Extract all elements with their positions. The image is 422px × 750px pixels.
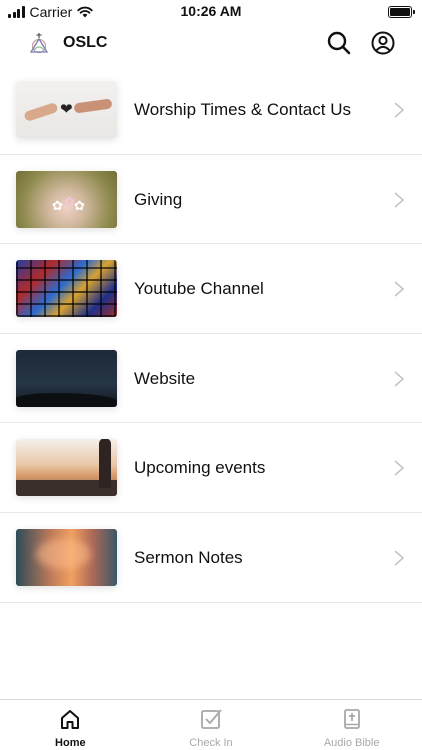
chevron-right-icon	[394, 102, 405, 118]
night-sky-thumbnail	[16, 349, 117, 407]
search-icon[interactable]	[326, 30, 352, 56]
app-title: OSLC	[63, 34, 108, 51]
menu-list: ❤ Worship Times & Contact Us ✿ ✿ ✿ Givin…	[0, 65, 422, 603]
tab-audio-bible[interactable]: Audio Bible	[281, 700, 422, 750]
tab-check-in[interactable]: Check In	[141, 700, 282, 750]
menu-item-website[interactable]: Website	[0, 334, 422, 424]
clock: 10:26 AM	[180, 3, 242, 19]
menu-item-sermon-notes[interactable]: Sermon Notes	[0, 513, 422, 603]
checkbox-icon	[201, 709, 222, 729]
sunset-people-thumbnail	[16, 439, 117, 497]
tab-label: Audio Bible	[323, 737, 380, 749]
chevron-right-icon	[394, 191, 405, 208]
church-logo-icon	[29, 33, 49, 54]
chevron-right-icon	[394, 371, 405, 387]
sunset-clouds-thumbnail	[16, 528, 117, 586]
menu-item-label: Website	[134, 368, 196, 388]
bible-icon	[343, 709, 360, 729]
menu-item-upcoming-events[interactable]: Upcoming events	[0, 423, 422, 513]
account-circle-icon[interactable]	[370, 30, 396, 56]
app-header: OSLC	[0, 24, 422, 68]
menu-item-label: Upcoming events	[134, 458, 266, 478]
menu-item-label: Sermon Notes	[134, 547, 243, 567]
menu-item-youtube-channel[interactable]: Youtube Channel	[0, 244, 422, 334]
menu-item-label: Giving	[134, 189, 183, 209]
chevron-right-icon	[394, 281, 405, 297]
menu-item-worship-times[interactable]: ❤ Worship Times & Contact Us	[0, 65, 422, 155]
status-bar: Carrier 10:26 AM	[0, 0, 422, 24]
tab-label: Home	[55, 737, 86, 749]
chevron-right-icon	[394, 550, 405, 566]
tab-label: Check In	[189, 737, 233, 749]
battery-icon	[388, 6, 415, 18]
menu-item-giving[interactable]: ✿ ✿ ✿ Giving	[0, 155, 422, 245]
tab-home[interactable]: Home	[0, 700, 141, 750]
chevron-right-icon	[394, 460, 405, 476]
hands-holding-flowers-thumbnail: ✿ ✿ ✿	[16, 170, 117, 228]
hands-with-heart-thumbnail: ❤	[16, 81, 117, 138]
menu-item-label: Youtube Channel	[134, 279, 264, 299]
home-icon	[61, 710, 80, 729]
stained-glass-thumbnail	[16, 260, 117, 318]
menu-item-label: Worship Times & Contact Us	[134, 100, 351, 119]
tab-bar: Home Check In Audio Bible	[0, 699, 422, 750]
